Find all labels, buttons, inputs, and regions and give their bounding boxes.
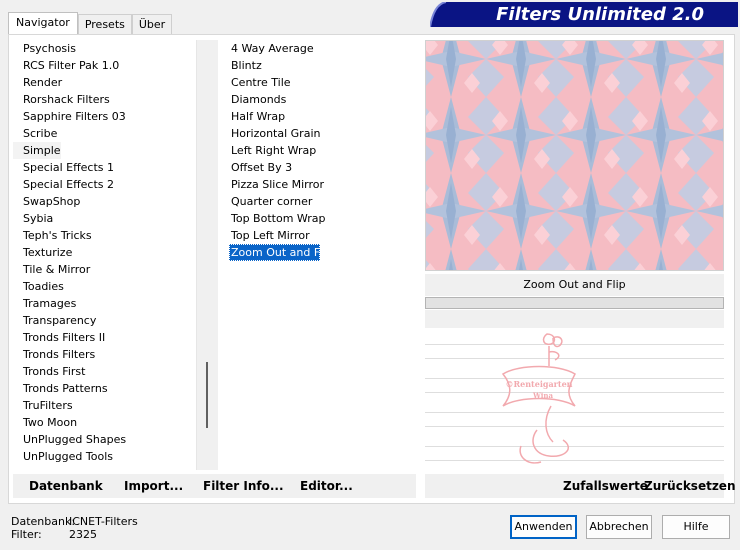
category-item[interactable]: Simple (13, 142, 61, 159)
filter-item[interactable]: Diamonds (223, 91, 416, 108)
category-item[interactable]: Transparency (13, 312, 195, 329)
category-item[interactable]: Tronds Filters II (13, 329, 195, 346)
filter-list[interactable]: 4 Way Average Blintz Centre Tile Diamonds Ha… (223, 40, 416, 470)
filter-item[interactable]: 4 Way Average (223, 40, 416, 57)
category-item[interactable]: Render (13, 74, 195, 91)
category-item[interactable]: RCS Filter Pak 1.0 (13, 57, 195, 74)
category-item[interactable]: Tile & Mirror (13, 261, 195, 278)
tab-bar: Navigator Presets Über (8, 12, 173, 35)
preview-filter-name: Zoom Out and Flip (425, 274, 724, 296)
category-item[interactable]: Scribe (13, 125, 195, 142)
watermark-text-2: Wina (532, 391, 553, 400)
filter-count-value: 2325 (69, 528, 97, 541)
filter-item[interactable]: Blintz (223, 57, 416, 74)
status-area: Datenbank: ICNET-Filters Filter: 2325 (11, 515, 191, 541)
preview-image (425, 40, 724, 271)
category-item[interactable]: TruFilters (13, 397, 195, 414)
banner-title: Filters Unlimited 2.0 (496, 4, 704, 25)
preview-toolbar: Zufallswerte Zurücksetzen (425, 474, 735, 498)
randomize-button[interactable]: Zufallswerte (563, 474, 648, 498)
filter-item[interactable]: Zoom Out and Flip (229, 244, 333, 261)
category-list[interactable]: Psychosis RCS Filter Pak 1.0 Render Rorshac… (13, 40, 195, 470)
category-item[interactable]: Teph's Tricks (13, 227, 195, 244)
progress-bar (425, 297, 724, 309)
filter-item[interactable]: Centre Tile (223, 74, 416, 91)
help-button[interactable]: Hilfe (662, 515, 730, 539)
category-item[interactable]: Two Moon (13, 414, 195, 431)
category-item[interactable]: Sapphire Filters 03 (13, 108, 195, 125)
category-item[interactable]: SwapShop (13, 193, 195, 210)
slider-header-strip (425, 310, 724, 328)
filter-item[interactable]: Pizza Slice Mirror (223, 176, 416, 193)
filter-item[interactable]: Top Left Mirror (223, 227, 416, 244)
category-item[interactable]: Tronds Filters (13, 346, 195, 363)
category-item[interactable]: Tronds First (13, 363, 195, 380)
title-banner: Filters Unlimited 2.0 (430, 2, 738, 27)
filter-count-label: Filter: (11, 528, 42, 541)
category-item[interactable]: Psychosis (13, 40, 195, 57)
category-scrollbar[interactable] (196, 40, 218, 470)
navigator-toolbar: Datenbank Import... Filter Info... Edito… (13, 474, 416, 498)
category-item[interactable]: UnPlugged Tools (13, 448, 195, 465)
filter-item[interactable]: Offset By 3 (223, 159, 416, 176)
category-item[interactable]: Sybia (13, 210, 195, 227)
database-button[interactable]: Datenbank (29, 474, 103, 498)
cancel-button[interactable]: Abbrechen (586, 515, 652, 539)
watermark-logo: ©Renteigarten Wina (501, 333, 576, 464)
scrollbar-thumb[interactable] (206, 362, 208, 428)
filter-item[interactable]: Quarter corner (223, 193, 416, 210)
database-label: Datenbank: (11, 515, 76, 528)
watermark-text-1: ©Renteigarten (506, 379, 573, 389)
category-item[interactable]: Tronds Patterns (13, 380, 195, 397)
category-item[interactable]: Special Effects 1 (13, 159, 195, 176)
tab-about[interactable]: Über (131, 14, 173, 35)
apply-button[interactable]: Anwenden (510, 515, 577, 539)
reset-button[interactable]: Zurücksetzen (644, 474, 735, 498)
preview-pattern (426, 41, 723, 270)
editor-button[interactable]: Editor... (300, 474, 353, 498)
category-item[interactable]: Toadies (13, 278, 195, 295)
tab-presets[interactable]: Presets (77, 14, 132, 35)
category-item[interactable]: Rorshack Filters (13, 91, 195, 108)
filter-item[interactable]: Half Wrap (223, 108, 416, 125)
filter-item[interactable]: Top Bottom Wrap (223, 210, 416, 227)
category-item[interactable]: Tramages (13, 295, 195, 312)
import-button[interactable]: Import... (124, 474, 183, 498)
parameter-sliders: ©Renteigarten Wina (425, 330, 724, 470)
filter-item[interactable]: Horizontal Grain (223, 125, 416, 142)
filter-info-button[interactable]: Filter Info... (203, 474, 284, 498)
category-item[interactable]: Texturize (13, 244, 195, 261)
database-value: ICNET-Filters (69, 515, 138, 528)
tab-navigator[interactable]: Navigator (8, 12, 78, 35)
filter-item[interactable]: Left Right Wrap (223, 142, 416, 159)
category-item[interactable]: UnPlugged Shapes (13, 431, 195, 448)
category-item[interactable]: Special Effects 2 (13, 176, 195, 193)
